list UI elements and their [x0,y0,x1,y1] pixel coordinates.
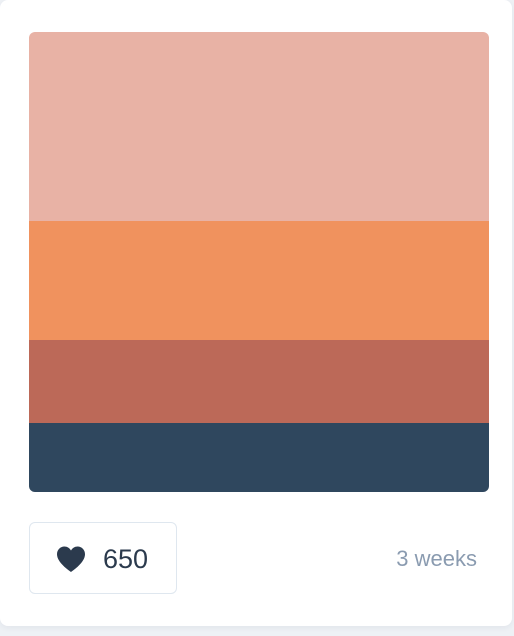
color-swatch-3[interactable] [29,340,489,423]
like-button[interactable]: 650 [29,522,177,594]
color-swatch-4[interactable] [29,423,489,492]
color-palette[interactable] [29,32,489,492]
palette-card: 650 3 weeks [0,0,512,626]
like-count: 650 [103,544,149,574]
heart-icon [57,546,85,572]
color-swatch-1[interactable] [29,32,489,221]
time-ago: 3 weeks [396,546,477,571]
color-swatch-2[interactable] [29,221,489,340]
